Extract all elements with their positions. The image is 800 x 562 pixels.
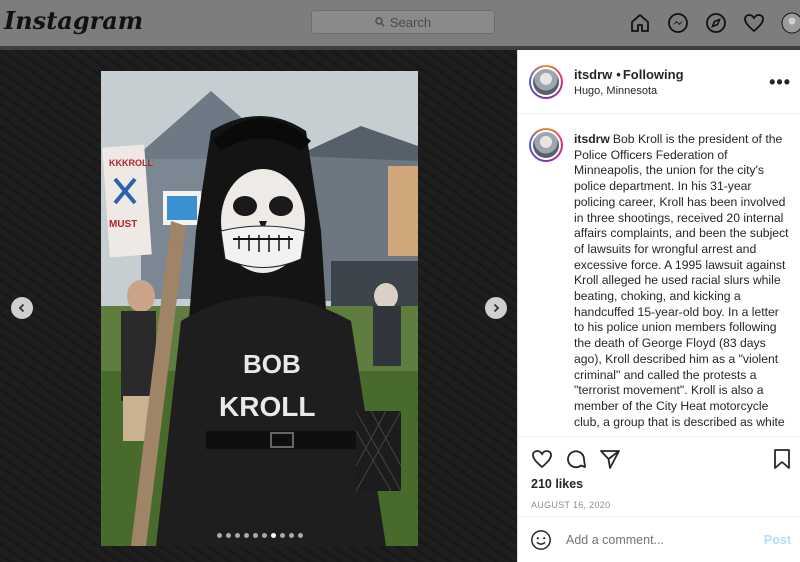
svg-text:KROLL: KROLL <box>219 391 315 422</box>
post-location[interactable]: Hugo, Minnesota <box>574 85 657 97</box>
carousel-dot <box>234 533 240 538</box>
post-author: itsdrw • Following <box>574 67 684 82</box>
emoji-icon[interactable] <box>530 529 552 551</box>
post-comment-button[interactable]: Post <box>764 533 791 547</box>
separator-bullet: • <box>616 67 621 82</box>
protest-photo-illustration: KKKROLL MUST BOB KROLL <box>101 71 418 546</box>
comment-icon[interactable] <box>564 447 588 471</box>
instagram-logo[interactable]: Instagram <box>4 6 143 35</box>
nav-icons <box>628 11 800 35</box>
carousel-dot <box>225 533 231 538</box>
heart-icon[interactable] <box>742 11 766 35</box>
search-placeholder: Search <box>389 14 432 30</box>
profile-icon[interactable] <box>780 11 800 35</box>
share-icon[interactable] <box>598 447 622 471</box>
svg-text:KKKROLL: KKKROLL <box>109 158 153 168</box>
post-photo[interactable]: KKKROLL MUST BOB KROLL <box>101 71 418 546</box>
caption-username[interactable]: itsdrw <box>574 132 610 146</box>
carousel-dot <box>297 533 303 538</box>
chevron-right-icon <box>493 303 500 313</box>
svg-text:MUST: MUST <box>109 219 137 230</box>
home-icon[interactable] <box>628 11 652 35</box>
comment-composer: Post <box>518 516 800 562</box>
more-options-icon[interactable]: ••• <box>769 72 791 93</box>
messenger-icon[interactable] <box>666 11 690 35</box>
carousel-dot <box>279 533 285 538</box>
comment-input[interactable] <box>566 533 746 547</box>
next-slide-button[interactable] <box>485 297 507 319</box>
heart-icon[interactable] <box>530 447 554 471</box>
svg-text:BOB: BOB <box>243 349 301 379</box>
carousel-dot <box>252 533 258 538</box>
like-count[interactable]: 210 likes <box>531 477 583 491</box>
explore-icon[interactable] <box>704 11 728 35</box>
following-button[interactable]: Following <box>623 67 684 82</box>
bookmark-icon[interactable] <box>770 447 794 471</box>
chevron-left-icon <box>18 303 25 313</box>
carousel-dot <box>261 533 267 538</box>
search-icon <box>375 17 385 27</box>
search-box[interactable]: Search <box>311 10 495 34</box>
carousel-dot <box>243 533 249 538</box>
post-header: itsdrw • Following Hugo, Minnesota ••• <box>518 50 800 114</box>
previous-slide-button[interactable] <box>11 297 33 319</box>
caption-area: itsdrw Bob Kroll is the president of the … <box>518 125 800 435</box>
caption-avatar[interactable] <box>529 128 563 162</box>
caption-body: Bob Kroll is the president of the Police… <box>574 132 789 429</box>
post-details-panel: itsdrw • Following Hugo, Minnesota ••• its… <box>517 50 800 562</box>
carousel-dot-active <box>270 533 276 538</box>
carousel-indicator <box>101 533 418 538</box>
post-date: AUGUST 16, 2020 <box>531 500 611 510</box>
top-navigation-bar: Instagram Search <box>0 0 800 46</box>
carousel-dot <box>216 533 222 538</box>
caption-text-block: itsdrw Bob Kroll is the president of the … <box>574 132 792 430</box>
author-avatar[interactable] <box>529 65 563 99</box>
author-username[interactable]: itsdrw <box>574 67 612 82</box>
carousel-dot <box>288 533 294 538</box>
